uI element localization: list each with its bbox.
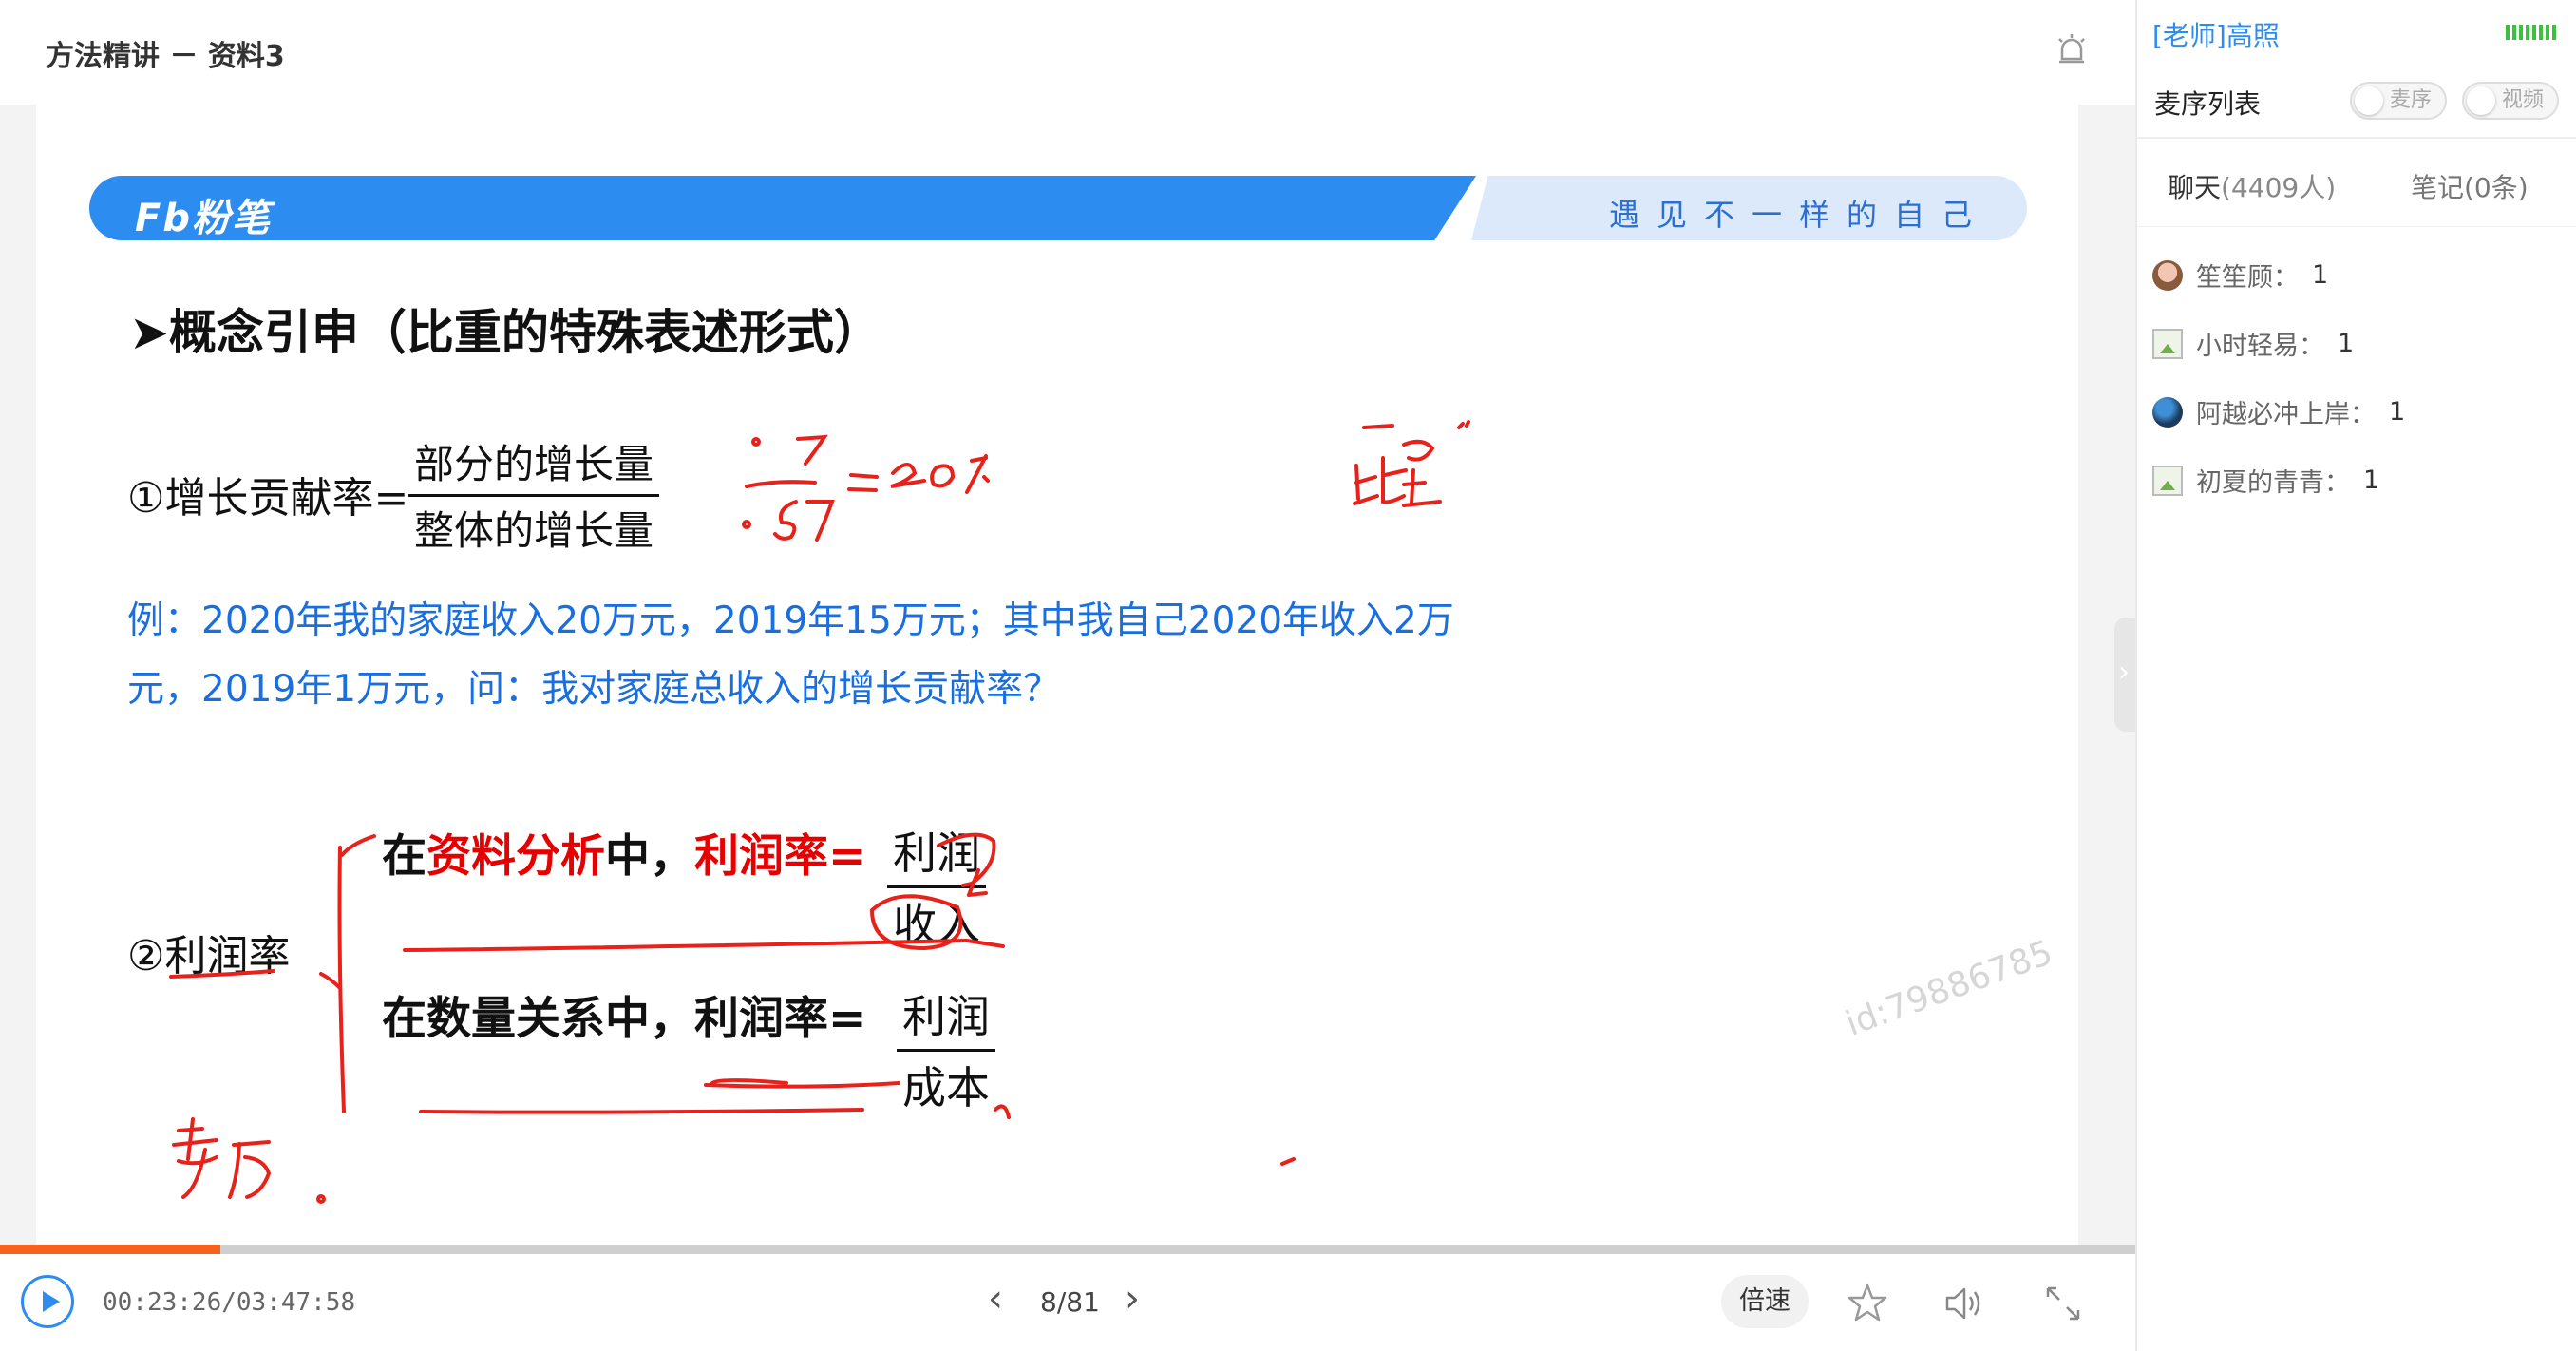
- profit-line2-prefix: 在数量关系中，: [382, 993, 694, 1045]
- profit-line1-highlight: 资料分析: [426, 830, 605, 883]
- page-indicator: 8/81: [1040, 1286, 1100, 1318]
- tab-chat-count: (4409人): [2221, 172, 2337, 203]
- profit-rate-label: ②利润率: [127, 932, 291, 980]
- profit-line-quantity: 在数量关系中，利润率=: [382, 981, 865, 1047]
- playback-time: 00:23:26/03:47:58: [103, 1288, 356, 1317]
- profit-line1-term: 利润率: [694, 830, 828, 883]
- profit-line1-numerator: 利润: [887, 819, 986, 888]
- tab-chat[interactable]: 聊天(4409人): [2168, 167, 2336, 205]
- chat-user-name: 阿越必冲上岸：: [2196, 400, 2376, 429]
- formula1-label: ①增长贡献率=: [127, 474, 409, 523]
- chat-user-count: 1: [2363, 466, 2380, 495]
- tab-chat-label: 聊天: [2168, 172, 2222, 203]
- chat-user-name: 初夏的青青：: [2196, 468, 2350, 498]
- app-window: 方法精讲 － 资料3 Fb粉笔 遇见不一样的自己 ➤概念引申（比重的特殊表述形式…: [0, 0, 2576, 1351]
- avatar: [2152, 465, 2183, 496]
- example-line-1: 例：2020年我的家庭收入20万元，2019年15万元；其中我自己2020年收入…: [127, 599, 1454, 642]
- watermark: id:79886785: [1840, 933, 2058, 1044]
- speed-button[interactable]: 倍速: [1721, 1275, 1809, 1328]
- example-line-2: 元，2019年1万元，问：我对家庭总收入的增长贡献率？: [127, 668, 1061, 711]
- chat-user-count: 1: [2389, 397, 2406, 427]
- avatar: [2152, 328, 2183, 359]
- profit-line1-equals: =: [828, 830, 866, 883]
- chat-user-name: 笙笙顾：: [2196, 263, 2299, 293]
- prev-page-button[interactable]: ‹: [988, 1277, 1003, 1321]
- player-controls: 00:23:26/03:47:58 ‹ 8/81 › 倍速: [0, 1254, 2135, 1351]
- concept-title: ➤概念引申（比重的特殊表述形式）: [129, 305, 881, 360]
- chat-user-count: 1: [2338, 329, 2355, 358]
- alarm-icon[interactable]: [2052, 30, 2092, 70]
- formula1-denominator: 整体的增长量: [414, 507, 654, 554]
- mic-queue-toggle[interactable]: 麦序: [2350, 82, 2448, 120]
- profit-line1-fraction: 利润 收入: [887, 819, 986, 953]
- profit-line-analysis: 在资料分析中，利润率=: [382, 819, 865, 885]
- signal-strength-icon: [2506, 25, 2556, 40]
- next-page-button[interactable]: ›: [1125, 1277, 1140, 1321]
- profit-line2-numerator: 利润: [897, 982, 995, 1052]
- formula1-numerator: 部分的增长量: [408, 432, 660, 497]
- panel-divider: [2137, 137, 2576, 139]
- example-text: 例：2020年我的家庭收入20万元，2019年15万元；其中我自己2020年收入…: [127, 587, 1552, 724]
- panel-collapse-handle[interactable]: ›: [2114, 618, 2137, 732]
- play-button[interactable]: [21, 1275, 74, 1328]
- progress-fill: [0, 1245, 220, 1254]
- chat-user-count: 1: [2312, 260, 2329, 290]
- course-title: 方法精讲 － 资料3: [46, 40, 285, 73]
- profit-line1-prefix: 在: [382, 830, 426, 883]
- profit-line1-mid: 中，: [605, 830, 694, 883]
- chat-user-row[interactable]: 初夏的青青： 1: [2152, 462, 2379, 499]
- profit-line1-denominator: 收入: [893, 899, 980, 950]
- formula1-fraction: 部分的增长量 整体的增长量: [408, 432, 660, 557]
- side-panel: [老师]高照 麦序列表 麦序 视频 聊天(4409人) 笔记(0条) 笙笙顾： 1…: [2135, 0, 2576, 1351]
- chat-user-row[interactable]: 小时轻易： 1: [2152, 325, 2354, 362]
- progress-bar[interactable]: [0, 1245, 2135, 1254]
- mic-queue-title: 麦序列表: [2154, 88, 2262, 120]
- lecture-slide: Fb粉笔 遇见不一样的自己 ➤概念引申（比重的特殊表述形式） ①增长贡献率= 部…: [36, 105, 2078, 1245]
- chat-user-row[interactable]: 笙笙顾： 1: [2152, 257, 2328, 294]
- profit-line2-term: 利润率: [694, 993, 828, 1045]
- chat-user-name: 小时轻易：: [2196, 332, 2324, 361]
- chat-user-row[interactable]: 阿越必冲上岸： 1: [2152, 393, 2405, 430]
- avatar: [2152, 259, 2183, 291]
- chevron-right-icon: ›: [2118, 656, 2130, 689]
- profit-line2-fraction: 利润 成本: [897, 982, 995, 1116]
- list-divider: [2137, 226, 2576, 227]
- video-toggle[interactable]: 视频: [2462, 82, 2560, 120]
- teacher-name: [老师]高照: [2152, 20, 2280, 51]
- profit-line2-denominator: 成本: [902, 1062, 990, 1113]
- star-icon[interactable]: [1845, 1281, 1890, 1326]
- profit-line2-equals: =: [828, 993, 866, 1045]
- brand-logo: Fb粉笔: [135, 197, 272, 240]
- volume-icon[interactable]: [1941, 1281, 1987, 1326]
- avatar: [2152, 396, 2183, 428]
- banner-blue-band: [89, 176, 1476, 240]
- top-bar: 方法精讲 － 资料3: [0, 0, 2135, 105]
- banner-slogan: 遇见不一样的自己: [1609, 197, 1990, 233]
- fullscreen-icon[interactable]: [2040, 1281, 2086, 1326]
- tab-notes[interactable]: 笔记(0条): [2411, 167, 2529, 205]
- slide-banner: Fb粉笔 遇见不一样的自己: [89, 176, 2027, 240]
